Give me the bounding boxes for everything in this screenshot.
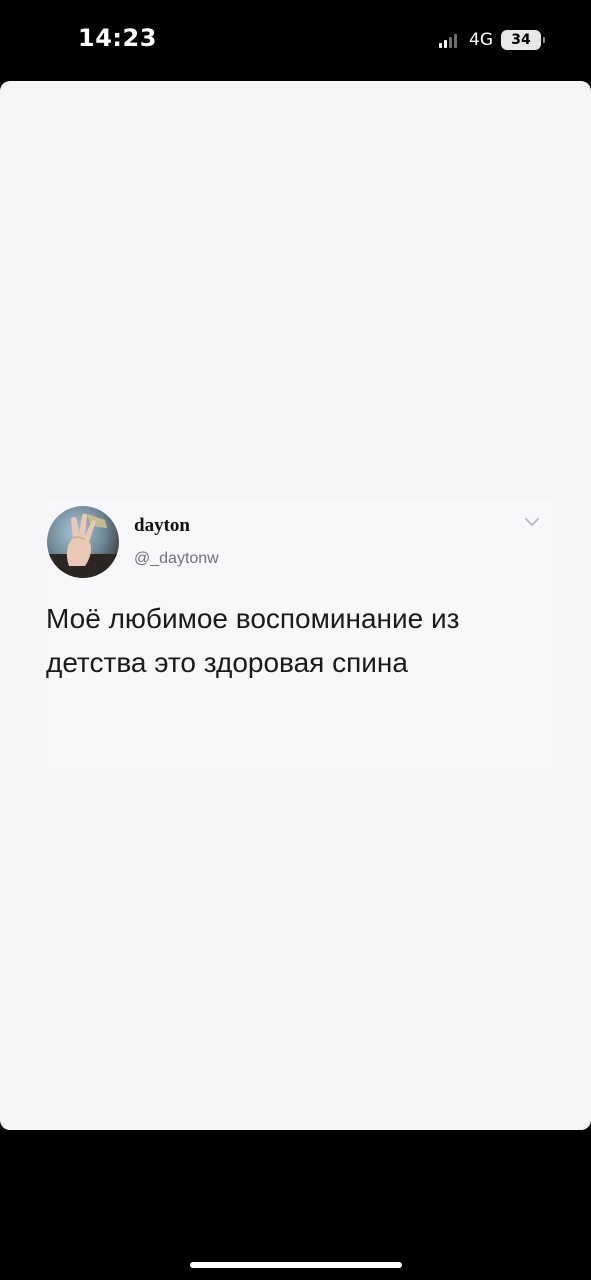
author-name[interactable]: dayton [134, 515, 190, 537]
tweet-text: Моё любимое воспоминание из детства это … [46, 603, 460, 678]
tweet-menu-button[interactable] [520, 512, 544, 532]
tweet-card: dayton @_daytonw Моё любимое воспоминани… [42, 500, 554, 768]
author-handle[interactable]: @_daytonw [134, 550, 219, 568]
battery-level: 34 [511, 32, 531, 48]
network-type: 4G [469, 30, 493, 50]
status-bar: 14:23 4G 34 [0, 0, 591, 80]
avatar[interactable] [47, 506, 119, 578]
image-viewer[interactable]: dayton @_daytonw Моё любимое воспоминани… [0, 81, 591, 1130]
battery-icon: 34 [501, 30, 545, 50]
home-indicator[interactable] [190, 1262, 402, 1268]
status-time: 14:23 [78, 24, 157, 52]
status-indicators: 4G 34 [439, 26, 545, 54]
chevron-down-icon [525, 518, 539, 526]
signal-icon [439, 32, 459, 48]
